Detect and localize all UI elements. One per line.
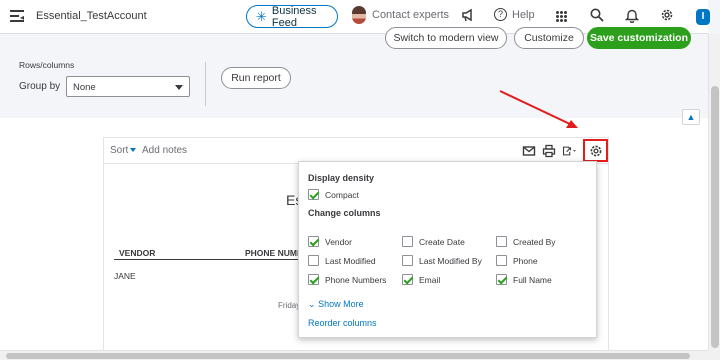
caret-down-icon (130, 148, 137, 153)
contact-experts-button[interactable]: Contact experts (352, 6, 449, 24)
settings-gear-icon (590, 145, 601, 156)
report-settings-button[interactable] (583, 139, 608, 162)
save-customization-button[interactable]: Save customization (587, 27, 691, 49)
column-option-last-modified-by[interactable]: Last Modified By (402, 255, 482, 266)
column-option-create-date[interactable]: Create Date (402, 236, 465, 247)
checkbox[interactable] (496, 255, 507, 266)
column-option-phone[interactable]: Phone (496, 255, 538, 266)
column-header-phone[interactable]: PHONE NUMB (245, 248, 303, 258)
business-feed-label: Business Feed (271, 4, 317, 29)
option-label: Last Modified By (419, 255, 482, 266)
apps-grid-icon[interactable] (556, 11, 567, 22)
column-option-full-name[interactable]: Full Name (496, 274, 552, 285)
report-footer-date: Friday (278, 301, 301, 310)
show-more-link[interactable]: ⌄ Show More (308, 299, 364, 310)
checkbox[interactable] (402, 236, 413, 247)
menu-collapse-icon[interactable]: ◂ (10, 10, 24, 22)
bell-icon[interactable] (625, 8, 639, 23)
report-settings-popover: Display density Compact Change columns V… (298, 161, 597, 338)
option-label: Full Name (513, 274, 552, 285)
sort-label: Sort (110, 145, 129, 156)
compact-checkbox[interactable] (308, 189, 319, 200)
column-option-vendor[interactable]: Vendor (308, 236, 352, 247)
compact-option[interactable]: Compact (308, 189, 359, 200)
help-label: Help (512, 8, 535, 21)
header-rule (114, 259, 299, 260)
help-icon: ? (494, 8, 507, 21)
horizontal-scrollbar[interactable] (0, 350, 708, 360)
company-name[interactable]: Essential_TestAccount (36, 10, 147, 22)
checkbox[interactable] (308, 236, 319, 247)
chevron-down-icon: ⌄ (308, 299, 316, 309)
scroll-corner (708, 350, 720, 360)
compact-label: Compact (325, 189, 360, 200)
option-label: Phone Numbers (325, 274, 387, 285)
chevron-down-icon (175, 85, 183, 90)
option-label: Vendor (325, 236, 352, 247)
show-more-label: Show More (318, 299, 364, 309)
column-option-email[interactable]: Email (402, 274, 440, 285)
print-icon[interactable] (542, 144, 556, 158)
search-icon[interactable] (590, 8, 604, 22)
checkbox[interactable] (402, 274, 413, 285)
change-columns-heading: Change columns (308, 208, 381, 218)
checkbox[interactable] (402, 255, 413, 266)
column-option-phone-numbers[interactable]: Phone Numbers (308, 274, 386, 285)
vertical-scrollbar[interactable] (708, 34, 720, 350)
contact-experts-label: Contact experts (372, 9, 450, 21)
column-option-last-modified[interactable]: Last Modified (308, 255, 376, 266)
group-by-label: Group by (19, 81, 61, 92)
checkbox[interactable] (308, 255, 319, 266)
table-cell-vendor: JANE (114, 271, 136, 281)
switch-modern-view-button[interactable]: Switch to modern view (385, 27, 507, 49)
column-option-created-by[interactable]: Created By (496, 236, 556, 247)
add-notes-link[interactable]: Add notes (142, 145, 187, 156)
group-by-select[interactable]: None (66, 76, 190, 97)
checkbox[interactable] (308, 274, 319, 285)
group-by-value: None (73, 82, 96, 93)
checkbox[interactable] (496, 236, 507, 247)
export-icon[interactable] (562, 144, 576, 158)
gear-icon[interactable] (660, 8, 674, 22)
display-density-heading: Display density (308, 173, 375, 183)
option-label: Phone (513, 255, 538, 266)
sparkle-icon: ✳ (256, 9, 267, 24)
expert-avatar (352, 6, 366, 24)
scrollbar-thumb[interactable] (711, 86, 719, 348)
option-label: Last Modified (325, 255, 376, 266)
email-icon[interactable] (522, 144, 536, 158)
option-label: Created By (513, 236, 556, 247)
run-report-button[interactable]: Run report (221, 67, 291, 89)
filter-divider (205, 62, 206, 106)
reorder-columns-link[interactable]: Reorder columns (308, 318, 377, 328)
checkbox[interactable] (496, 274, 507, 285)
column-header-vendor[interactable]: VENDOR (119, 248, 155, 258)
megaphone-icon[interactable] (461, 8, 475, 22)
sort-dropdown[interactable]: Sort (110, 145, 137, 156)
business-feed-button[interactable]: ✳ Business Feed (246, 4, 338, 29)
scrollbar-thumb[interactable] (6, 353, 690, 359)
rows-columns-label: Rows/columns (19, 60, 75, 70)
option-label: Email (419, 274, 441, 285)
customize-button[interactable]: Customize (514, 27, 584, 49)
option-label: Create Date (419, 236, 465, 247)
user-avatar[interactable]: I (696, 9, 710, 25)
help-button[interactable]: ? Help (494, 8, 535, 21)
collapse-chevron-up-icon[interactable]: ▲ (682, 109, 700, 125)
